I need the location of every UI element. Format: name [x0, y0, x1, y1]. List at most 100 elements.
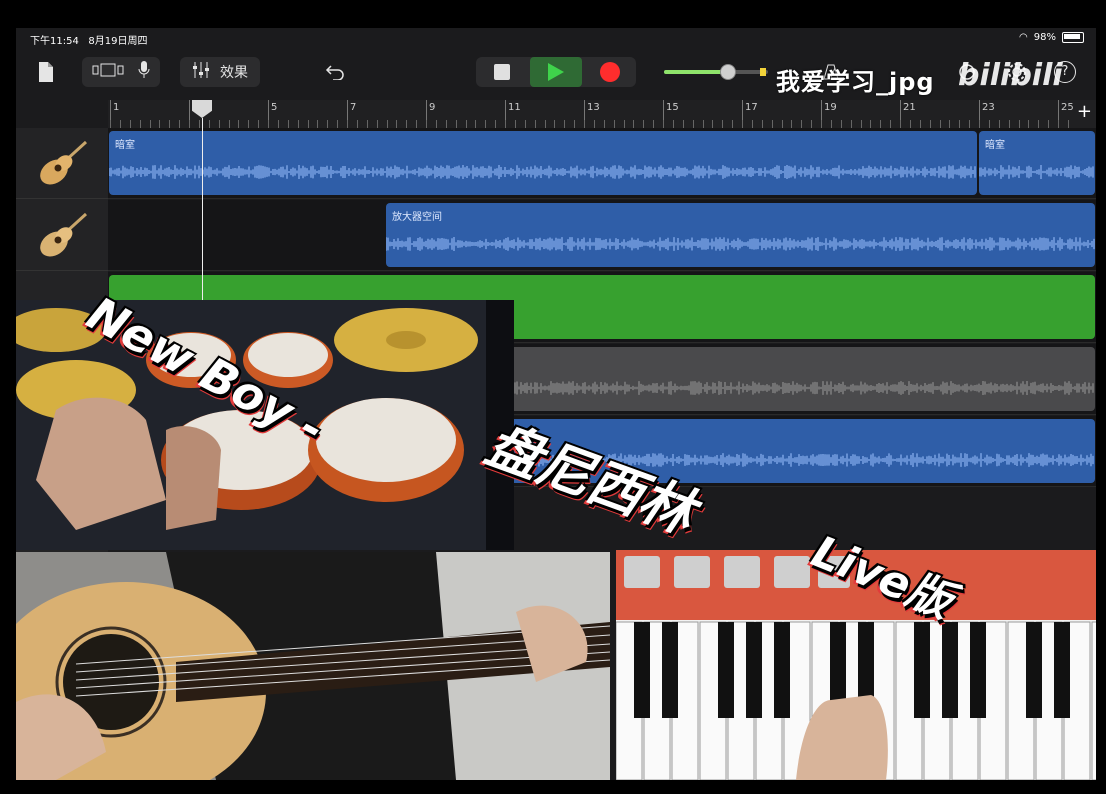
ruler-tick [801, 120, 803, 128]
track-lane-1[interactable]: 暗室 暗室 [108, 128, 1096, 199]
ruler-tick [534, 120, 536, 128]
piano-black-key [662, 622, 678, 718]
ruler-tick [988, 120, 990, 128]
add-section-button[interactable]: + [1077, 101, 1092, 122]
piano-black-key [970, 622, 986, 718]
ruler-tick [722, 120, 724, 128]
record-icon [600, 62, 620, 82]
ruler-tick [327, 120, 329, 128]
piano-black-key [718, 622, 734, 718]
ruler-tick [811, 120, 813, 128]
ruler-tick [198, 120, 200, 128]
ruler-tick [396, 120, 398, 128]
status-date: 8月19日周四 [88, 36, 148, 47]
ruler-tick [337, 120, 339, 128]
ruler-tick [1008, 120, 1010, 128]
effects-button[interactable]: 效果 [220, 62, 248, 82]
ruler-bar-number: 11 [508, 102, 521, 113]
microphone-icon[interactable] [138, 61, 150, 83]
ruler-tick [702, 120, 704, 128]
ruler-tick [1028, 120, 1030, 128]
play-icon [548, 63, 564, 81]
piano-black-key [634, 622, 650, 718]
ruler-tick [149, 120, 151, 128]
track-view-icon[interactable] [92, 63, 124, 81]
ruler-tick [692, 120, 694, 128]
ruler-tick [564, 120, 566, 128]
ruler-tick [524, 120, 526, 128]
ruler-bar-number: 25 [1061, 102, 1074, 113]
ruler-tick [919, 120, 921, 128]
ruler-tick [712, 120, 714, 128]
volume-fill [664, 70, 729, 74]
acoustic-guitar-icon [40, 212, 88, 257]
ruler-tick [386, 120, 388, 128]
piano-black-key [942, 622, 958, 718]
track-lane-2[interactable]: 放大器空间 [108, 200, 1096, 271]
ruler-tick [268, 120, 269, 128]
ruler-tick [998, 120, 1000, 128]
ruler-tick [119, 120, 121, 128]
ruler-tick [465, 120, 467, 128]
ruler-tick [574, 120, 576, 128]
audio-region[interactable]: 暗室 [979, 131, 1095, 195]
wifi-icon: ◠ [1019, 32, 1028, 43]
ruler-bar-number: 21 [903, 102, 916, 113]
playhead-line [202, 118, 203, 318]
ruler-tick [850, 120, 852, 128]
piano-black-key [1026, 622, 1042, 718]
track-header-guitar-1[interactable] [16, 128, 108, 199]
ruler-tick [653, 120, 655, 128]
ruler-tick [909, 120, 911, 128]
ruler-tick [1048, 120, 1050, 128]
audio-region[interactable]: 放大器空间 [386, 203, 1095, 267]
ruler-tick [129, 120, 131, 128]
record-button[interactable] [584, 57, 636, 87]
stop-button[interactable] [476, 57, 528, 87]
piano-black-key [774, 622, 790, 718]
ruler-bar-number: 9 [429, 102, 436, 113]
ruler-bar-number: 13 [587, 102, 600, 113]
ruler-tick [761, 120, 763, 128]
bilibili-logo: bilibili [958, 58, 1063, 93]
ruler-tick [189, 120, 190, 128]
audio-region[interactable]: 暗室 [109, 131, 977, 195]
ruler-tick [969, 120, 971, 128]
ruler-tick [475, 120, 477, 128]
ruler-tick [426, 120, 427, 128]
volume-knob[interactable] [720, 64, 737, 80]
ruler-tick [1038, 120, 1040, 128]
ruler-tick [297, 120, 299, 128]
piano-black-key [746, 622, 762, 718]
ruler-tick [208, 120, 210, 128]
status-time: 下午11:54 [30, 36, 79, 47]
ruler-tick [366, 120, 368, 128]
ruler-tick [258, 120, 260, 128]
ruler-tick [406, 120, 408, 128]
stop-icon [494, 64, 510, 80]
ruler-tick [929, 120, 931, 128]
waveform [979, 165, 1094, 179]
piano-black-key [1054, 622, 1070, 718]
ruler-tick [959, 120, 961, 128]
ruler-tick [110, 120, 111, 128]
timeline-ruler[interactable]: + 135791113151719212325 [108, 100, 1096, 129]
play-button[interactable] [530, 57, 582, 87]
ruler-tick [979, 120, 980, 128]
ruler-bar-number: 15 [666, 102, 679, 113]
track-header-guitar-2[interactable] [16, 200, 108, 271]
ruler-tick [238, 120, 240, 128]
waveform-path [109, 165, 976, 179]
status-bar: 下午11:54 8月19日周四 ◠ 98% [16, 28, 1096, 48]
ruler-tick [870, 120, 872, 128]
ruler-tick [593, 120, 595, 128]
ruler-tick [416, 120, 418, 128]
mixer-icon[interactable] [192, 61, 210, 83]
ruler-tick [613, 120, 615, 128]
undo-icon[interactable] [322, 57, 348, 87]
ruler-tick [317, 120, 319, 128]
transport-controls [476, 57, 636, 87]
ruler-tick [840, 120, 842, 128]
document-icon[interactable] [34, 57, 58, 87]
master-volume-slider[interactable] [664, 64, 794, 80]
